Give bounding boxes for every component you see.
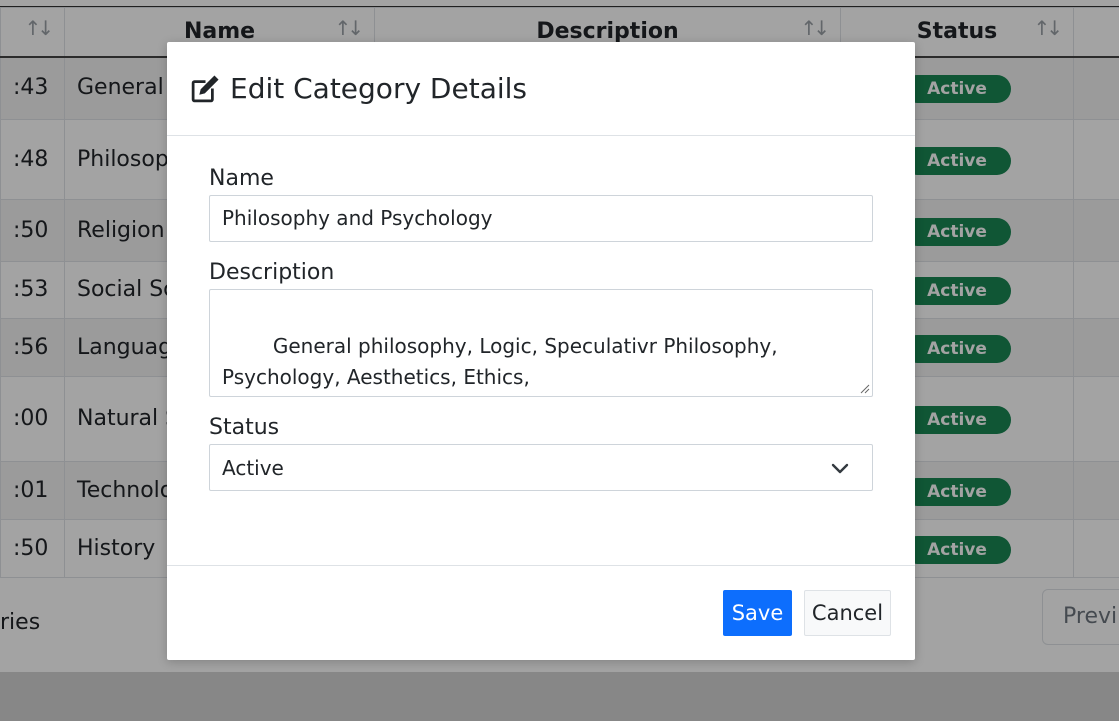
description-textarea[interactable]: General philosophy, Logic, Speculativr P…: [209, 289, 873, 397]
description-text: General philosophy, Logic, Speculativr P…: [222, 334, 791, 389]
name-label: Name: [209, 166, 274, 191]
save-button[interactable]: Save: [723, 590, 792, 636]
cancel-button[interactable]: Cancel: [804, 590, 891, 636]
edit-icon: [191, 75, 219, 103]
status-label: Status: [209, 415, 280, 440]
edit-category-modal: Edit Category Details Name Philosophy an…: [167, 42, 915, 660]
resize-handle-icon[interactable]: [858, 382, 870, 394]
status-select[interactable]: Active: [209, 444, 873, 491]
modal-title: Edit Category Details: [230, 72, 527, 105]
modal-header: Edit Category Details: [167, 42, 915, 136]
name-input[interactable]: Philosophy and Psychology: [209, 195, 873, 242]
description-field-group: Description General philosophy, Logic, S…: [209, 260, 873, 397]
status-field-group: Status Active: [209, 415, 873, 491]
description-label: Description: [209, 260, 335, 285]
modal-footer: Save Cancel: [167, 565, 915, 660]
name-field-group: Name Philosophy and Psychology: [209, 166, 873, 242]
chevron-down-icon: [831, 463, 849, 473]
modal-body: Name Philosophy and Psychology Descripti…: [167, 136, 915, 566]
status-select-value: Active: [222, 455, 284, 480]
